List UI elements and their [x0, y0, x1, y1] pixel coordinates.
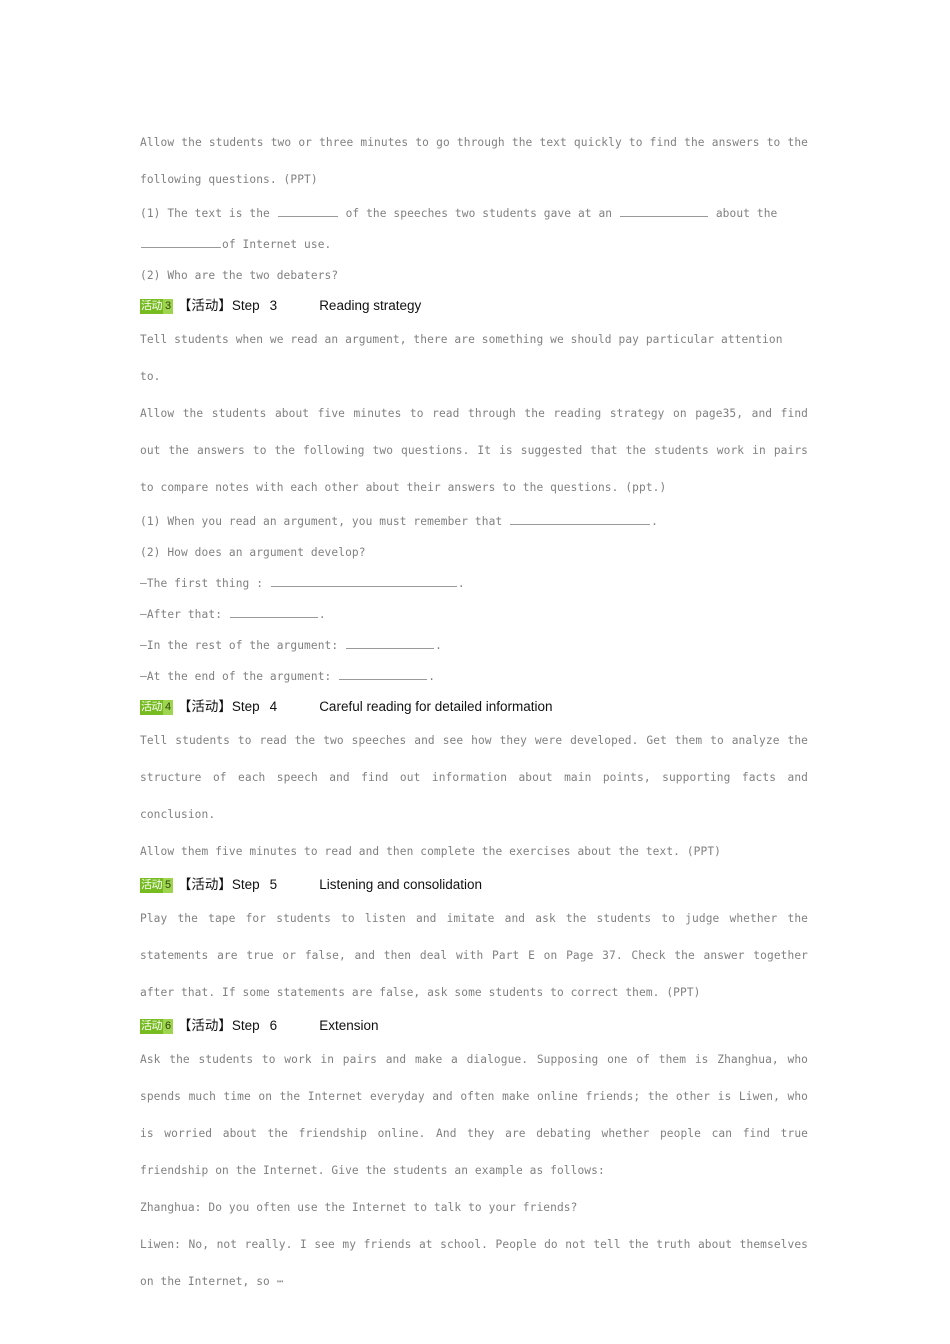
step-3-answer-2-text: —After that:: [140, 608, 223, 621]
blank-field[interactable]: [141, 237, 221, 248]
blank-field[interactable]: [270, 576, 457, 587]
step-6-paragraph: Ask the students to work in pairs and ma…: [140, 1053, 808, 1177]
step-3-answer-1-end: .: [457, 577, 465, 590]
step-3-answer-1: —The first thing : .: [140, 568, 808, 599]
activity-badge-number: 5: [163, 878, 174, 893]
step-bracket: 【活动】: [177, 1018, 232, 1033]
step-title: Reading strategy: [319, 298, 422, 313]
blank-field[interactable]: [620, 206, 708, 217]
step-3-paragraph: Allow the students about five minutes to…: [140, 407, 808, 494]
step-3-answer-4-text: —At the end of the argument:: [140, 670, 332, 683]
activity-badge-label: 活动: [140, 700, 163, 715]
step-6-dialogue-line: Liwen: No, not really. I see my friends …: [140, 1238, 808, 1288]
step-3-answer-3-text: —In the rest of the argument:: [140, 639, 339, 652]
activity-badge-number: 6: [163, 1019, 174, 1034]
step-3-paragraph: Tell students when we read an argument, …: [140, 333, 783, 383]
intro-paragraph: Allow the students two or three minutes …: [140, 136, 808, 186]
step-label: Step: [231, 877, 260, 892]
step-3-answer-3: —In the rest of the argument: .: [140, 630, 808, 661]
step-3-question-1: (1) When you read an argument, you must …: [140, 506, 808, 537]
activity-badge-label: 活动: [140, 878, 163, 893]
document-page: Allow the students two or three minutes …: [0, 0, 950, 1344]
step-label: Step: [231, 1018, 260, 1033]
activity-badge: 活动 3: [140, 299, 174, 314]
intro-question-1-continued: of Internet use.: [140, 229, 808, 260]
intro-question-1-part-b: of the speeches two students gave at an: [345, 207, 613, 220]
blank-field[interactable]: [346, 638, 435, 649]
step-bracket: 【活动】: [177, 877, 232, 892]
intro-question-1-part-a: (1) The text is the: [140, 207, 270, 220]
step-6-dialogue-line: Zhanghua: Do you often use the Internet …: [140, 1201, 578, 1214]
intro-question-1-part-d: of Internet use.: [222, 238, 332, 251]
step-3-answer-1-text: —The first thing :: [140, 577, 264, 590]
step-bracket: 【活动】: [177, 298, 232, 313]
step-3-question-2: (2) How does an argument develop?: [140, 546, 366, 559]
step-number: 6: [269, 1018, 278, 1033]
step-label: Step: [231, 298, 260, 313]
blank-field[interactable]: [339, 669, 428, 680]
step-3-answer-4-end: .: [428, 670, 436, 683]
step-number: 3: [269, 298, 278, 313]
step-3-answer-3-end: .: [435, 639, 442, 652]
step-heading-6: 活动 6 【活动】Step 6 Extension: [140, 1011, 808, 1041]
step-3-question-1-text: (1) When you read an argument, you must …: [140, 515, 503, 528]
step-title: Careful reading for detailed information: [319, 699, 553, 714]
step-3-answer-2: —After that: .: [140, 599, 808, 630]
step-3-question-1-end: .: [651, 515, 658, 528]
step-title: Extension: [319, 1018, 379, 1033]
step-5-paragraph: Play the tape for students to listen and…: [140, 912, 808, 999]
intro-question-1: (1) The text is the of the speeches two …: [140, 198, 808, 229]
blank-field[interactable]: [229, 607, 318, 618]
activity-badge-number: 3: [163, 299, 174, 314]
blank-field[interactable]: [510, 514, 651, 525]
step-heading-3: 活动 3 【活动】Step 3 Reading strategy: [140, 291, 808, 321]
activity-badge: 活动 5: [140, 878, 174, 893]
activity-badge: 活动 6: [140, 1019, 174, 1034]
step-number: 4: [269, 699, 278, 714]
step-bracket: 【活动】: [177, 699, 232, 714]
step-4-paragraph: Tell students to read the two speeches a…: [140, 734, 808, 821]
blank-field[interactable]: [277, 206, 338, 217]
step-4-paragraph: Allow them five minutes to read and then…: [140, 845, 722, 858]
intro-question-1-part-c: about the: [715, 207, 778, 220]
activity-badge-label: 活动: [140, 299, 163, 314]
step-number: 5: [269, 877, 278, 892]
intro-question-2: (2) Who are the two debaters?: [140, 269, 339, 282]
step-heading-5: 活动 5 【活动】Step 5 Listening and consolidation: [140, 870, 808, 900]
step-3-answer-2-end: .: [318, 608, 326, 621]
step-3-answer-4: —At the end of the argument: .: [140, 661, 808, 692]
activity-badge-number: 4: [163, 700, 174, 715]
step-heading-4: 活动 4 【活动】Step 4 Careful reading for detaile…: [140, 692, 808, 722]
activity-badge-label: 活动: [140, 1019, 163, 1034]
step-label: Step: [231, 699, 260, 714]
document-body: Allow the students two or three minutes …: [140, 124, 808, 1300]
activity-badge: 活动 4: [140, 700, 174, 715]
step-title: Listening and consolidation: [319, 877, 483, 892]
